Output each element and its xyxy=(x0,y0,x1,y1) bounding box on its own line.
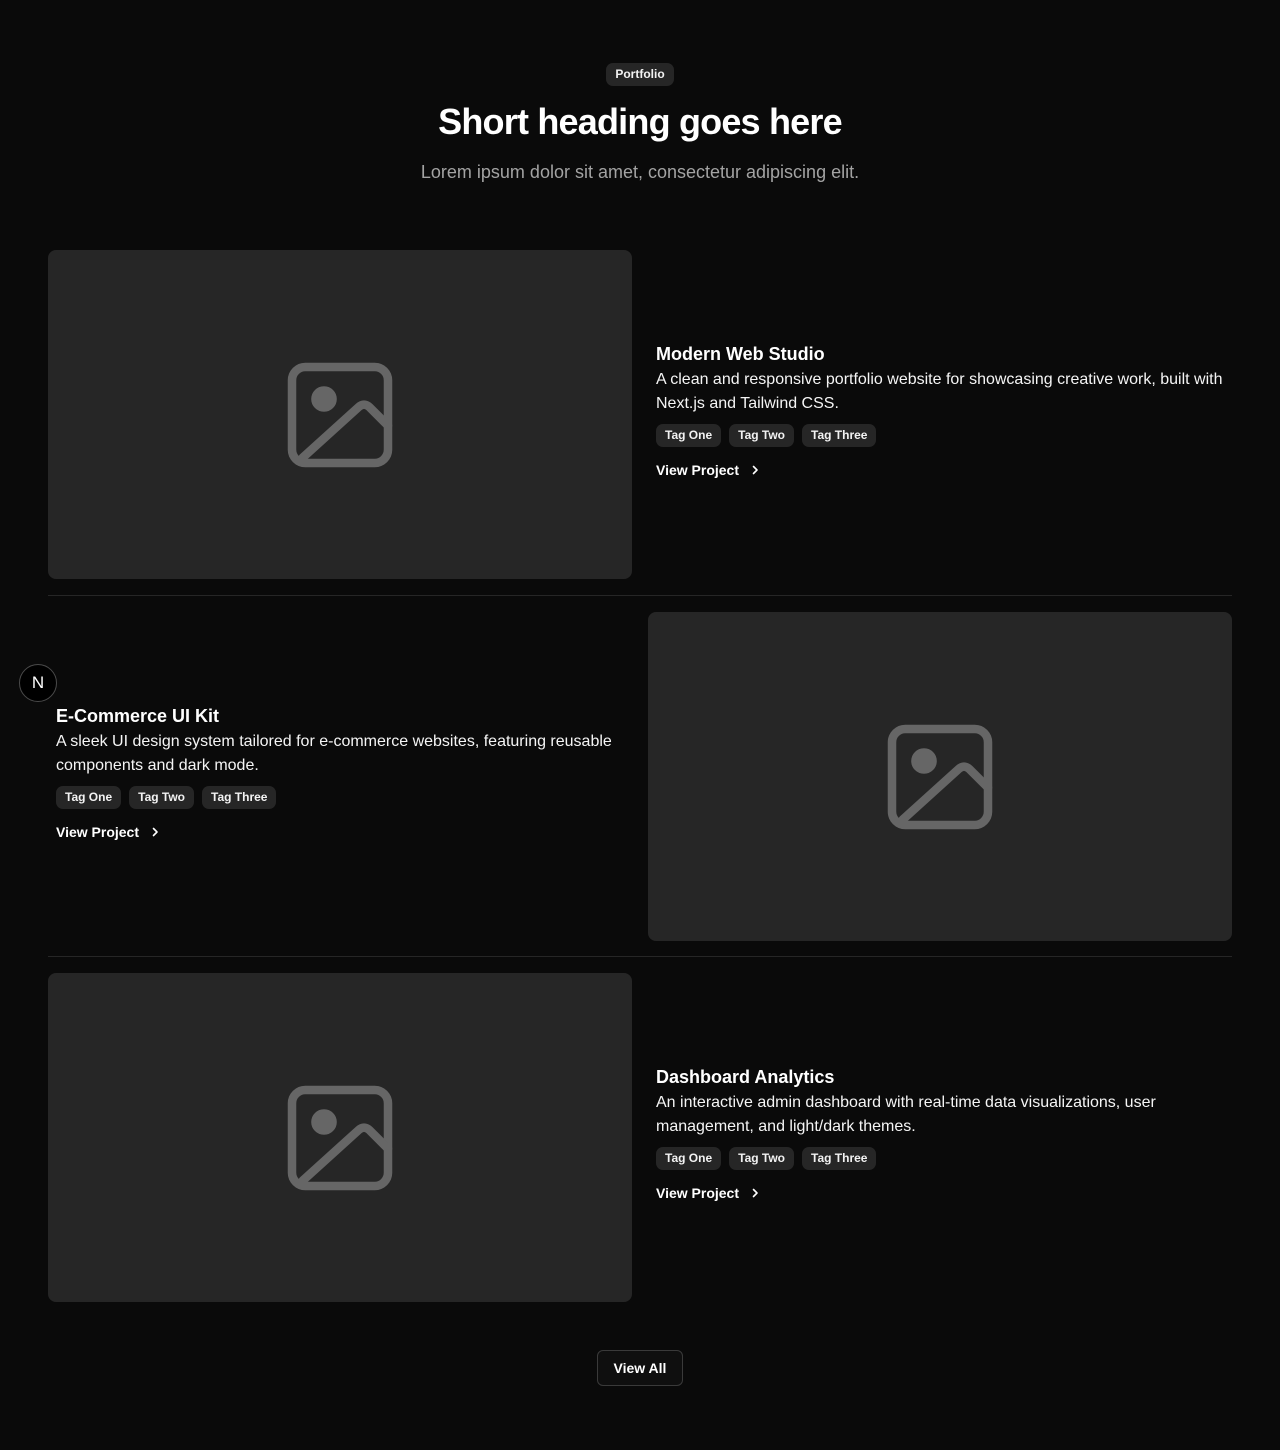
project-content: Dashboard Analytics An interactive admin… xyxy=(656,973,1232,1302)
project-tags: Tag One Tag Two Tag Three xyxy=(656,1146,1232,1170)
view-project-label: View Project xyxy=(656,1184,740,1201)
tag: Tag One xyxy=(656,423,722,447)
project-image xyxy=(48,973,632,1302)
view-all-button[interactable]: View All xyxy=(597,1350,683,1386)
view-project-link[interactable]: View Project xyxy=(656,1183,1232,1203)
section-header: Portfolio Short heading goes here Lorem … xyxy=(0,63,1280,184)
tag: Tag Three xyxy=(202,785,277,809)
portfolio-section: Portfolio Short heading goes here Lorem … xyxy=(0,0,1280,1450)
project-row: Modern Web Studio A clean and responsive… xyxy=(48,250,1232,579)
tag: Tag Three xyxy=(802,423,877,447)
project-image xyxy=(48,250,632,579)
row-divider xyxy=(48,595,1232,596)
view-project-link[interactable]: View Project xyxy=(656,460,1232,480)
view-project-link[interactable]: View Project xyxy=(56,822,616,842)
project-title: E-Commerce UI Kit xyxy=(56,705,220,726)
project-tags: Tag One Tag Two Tag Three xyxy=(56,785,616,809)
project-row: E-Commerce UI Kit A sleek UI design syst… xyxy=(48,612,1232,941)
tag: Tag Two xyxy=(729,1146,795,1170)
tag: Tag One xyxy=(56,785,122,809)
project-title: Modern Web Studio xyxy=(656,343,825,364)
dev-tools-badge[interactable]: N xyxy=(19,664,57,702)
view-project-label: View Project xyxy=(56,823,140,840)
section-heading: Short heading goes here xyxy=(438,101,842,142)
row-divider xyxy=(48,956,1232,957)
section-badge: Portfolio xyxy=(606,63,674,86)
image-placeholder-icon xyxy=(287,362,393,467)
project-title: Dashboard Analytics xyxy=(656,1066,835,1087)
project-description: A sleek UI design system tailored for e-… xyxy=(56,732,612,774)
chevron-right-icon xyxy=(152,827,158,836)
image-placeholder-icon xyxy=(287,1085,393,1190)
chevron-right-icon xyxy=(752,465,758,474)
tag: Tag Two xyxy=(729,423,795,447)
tag: Tag Two xyxy=(129,785,195,809)
view-project-label: View Project xyxy=(656,461,740,478)
project-content: E-Commerce UI Kit A sleek UI design syst… xyxy=(56,612,616,941)
project-content: Modern Web Studio A clean and responsive… xyxy=(656,250,1232,579)
project-description: An interactive admin dashboard with real… xyxy=(656,1093,1156,1135)
project-tags: Tag One Tag Two Tag Three xyxy=(656,423,1232,447)
project-image xyxy=(648,612,1232,941)
tag: Tag Three xyxy=(802,1146,877,1170)
image-placeholder-icon xyxy=(887,724,993,829)
project-row: Dashboard Analytics An interactive admin… xyxy=(48,973,1232,1302)
project-description: A clean and responsive portfolio website… xyxy=(656,370,1223,412)
tag: Tag One xyxy=(656,1146,722,1170)
section-subheading: Lorem ipsum dolor sit amet, consectetur … xyxy=(420,162,860,182)
chevron-right-icon xyxy=(752,1188,758,1197)
